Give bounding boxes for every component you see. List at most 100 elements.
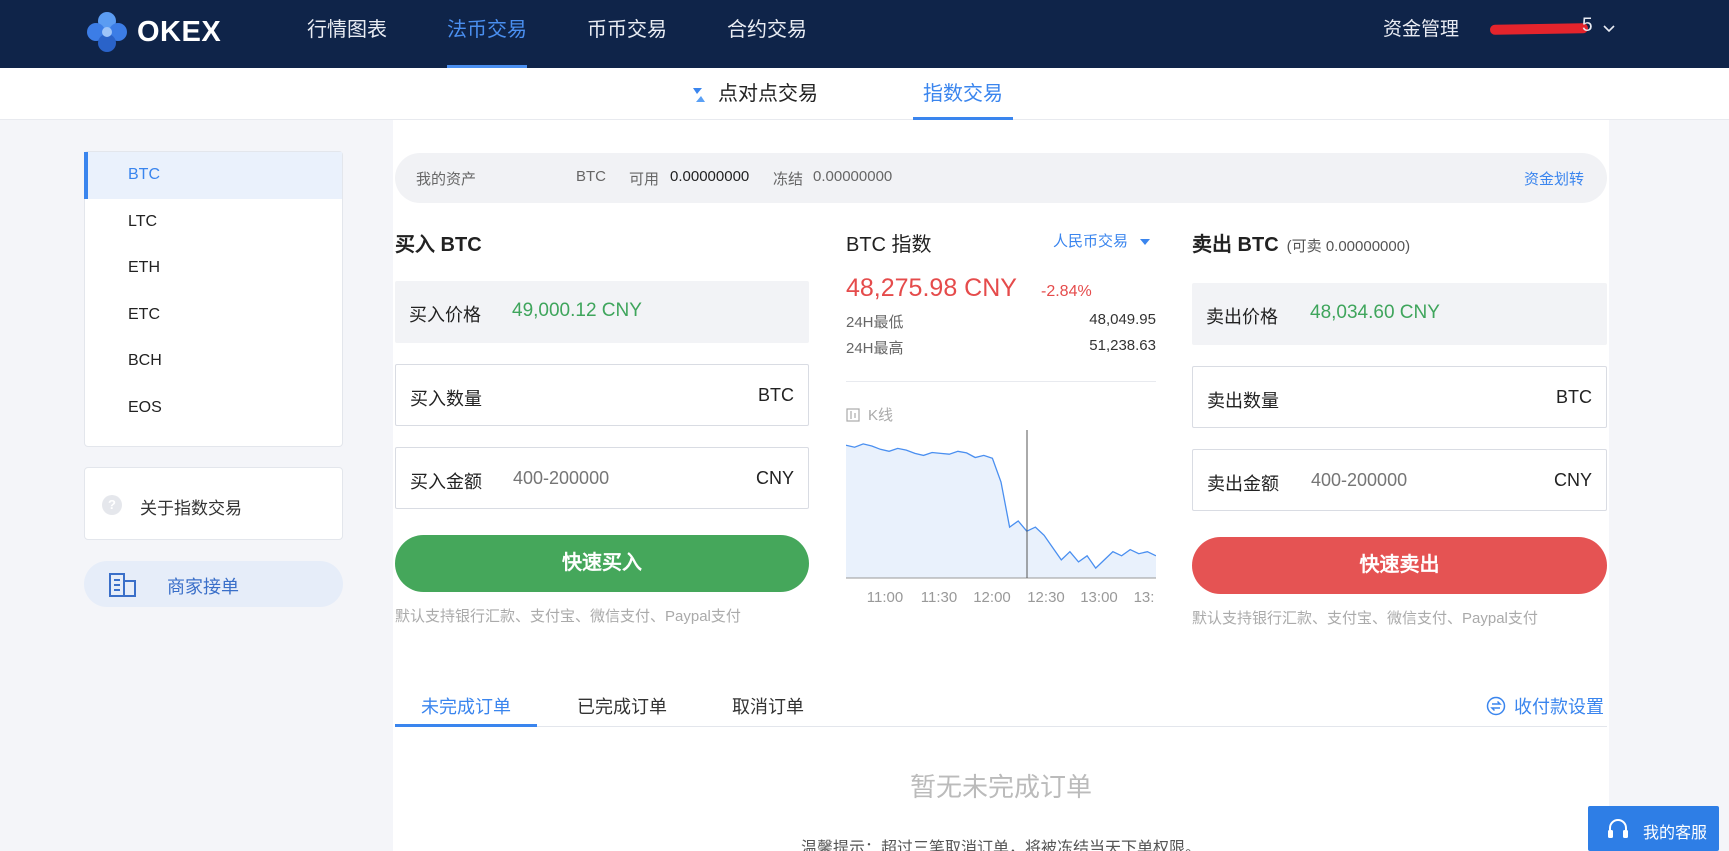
- low-24h-row: 24H最低 48,049.95: [846, 311, 1156, 332]
- nav-market-charts[interactable]: 行情图表: [307, 0, 387, 68]
- currency-dropdown-label: 人民币交易: [1053, 233, 1129, 250]
- active-tab-indicator: [395, 724, 537, 727]
- sell-title-row: 卖出 BTC (可卖 0.00000000): [1192, 228, 1410, 257]
- top-navbar: OKEX 行情图表 法币交易 币币交易 合约交易 资金管理 5: [0, 0, 1729, 68]
- sell-amount-input[interactable]: [1311, 470, 1511, 491]
- quick-sell-button[interactable]: 快速卖出: [1192, 537, 1607, 594]
- divider: [846, 381, 1156, 382]
- assets-label: 我的资产: [416, 171, 477, 188]
- p2p-icon: [693, 88, 705, 102]
- buy-payment-note: 默认支持银行汇款、支付宝、微信支付、Paypal支付: [395, 608, 741, 625]
- sell-amount-field[interactable]: 卖出金额 CNY: [1192, 449, 1607, 511]
- chart-x-tick: 13:00: [1080, 589, 1118, 606]
- high-24h-row: 24H最高 51,238.63: [846, 337, 1156, 358]
- fund-transfer-link[interactable]: 资金划转: [1524, 168, 1584, 189]
- kline-toggle[interactable]: K线: [846, 404, 893, 425]
- tab-index-trading[interactable]: 指数交易: [913, 68, 1013, 120]
- username-tail: 5: [1582, 15, 1593, 36]
- merchant-orders-button[interactable]: 商家接单: [84, 561, 343, 607]
- buy-amount-field[interactable]: 买入金额 CNY: [395, 447, 809, 509]
- payment-settings-link[interactable]: 收付款设置: [1486, 693, 1604, 719]
- okex-logo[interactable]: OKEX: [83, 8, 221, 56]
- index-title: BTC 指数: [846, 234, 932, 256]
- asset-bar: 我的资产 BTC 可用 0.00000000 冻结 0.00000000 资金划…: [395, 153, 1607, 203]
- fund-management-link[interactable]: 资金管理: [1383, 0, 1459, 60]
- frozen-value: 0.00000000: [813, 168, 893, 185]
- coin-item-ltc[interactable]: LTC: [85, 199, 342, 246]
- chart-x-tick: 12:30: [1027, 589, 1065, 606]
- nav-futures-trading[interactable]: 合约交易: [727, 0, 807, 68]
- index-price: 48,275.98 CNY: [846, 274, 1017, 302]
- low-24h-value: 48,049.95: [1089, 311, 1156, 328]
- high-24h-label: 24H最高: [846, 340, 904, 357]
- currency-dropdown[interactable]: 人民币交易: [1053, 230, 1151, 251]
- question-icon: ?: [102, 495, 122, 515]
- coin-item-btc[interactable]: BTC: [84, 152, 342, 199]
- frozen-label: 冻结: [773, 171, 804, 188]
- buy-amount-label: 买入金额: [410, 472, 482, 492]
- chart-x-tick: 12:00: [973, 589, 1011, 606]
- index-change: -2.84%: [1041, 283, 1092, 300]
- buy-price-box: 买入价格 49,000.12 CNY: [395, 281, 809, 343]
- sell-price-value: 48,034.60 CNY: [1310, 302, 1440, 323]
- buy-quantity-label: 买入数量: [410, 389, 482, 409]
- no-open-orders-text: 暂无未完成订单: [909, 772, 1092, 802]
- coin-item-etc[interactable]: ETC: [85, 292, 342, 339]
- sell-price-box: 卖出价格 48,034.60 CNY: [1192, 283, 1607, 345]
- exchange-circle-icon: [1486, 696, 1506, 716]
- low-24h-label: 24H最低: [846, 314, 904, 331]
- warm-tip: 温馨提示：超过三笔取消订单，将被冻结当天下单权限。: [800, 840, 1201, 851]
- headset-icon: [1608, 819, 1628, 838]
- brand-name: OKEX: [137, 15, 222, 48]
- chart-x-tick: 13:: [1134, 589, 1155, 606]
- sell-quantity-field[interactable]: 卖出数量 BTC: [1192, 366, 1607, 428]
- coin-item-eth[interactable]: ETH: [85, 245, 342, 292]
- nav-coin-trading[interactable]: 币币交易: [587, 0, 667, 68]
- buy-quantity-unit: BTC: [758, 385, 794, 405]
- about-index-trading[interactable]: ? 关于指数交易: [84, 467, 343, 540]
- buy-price-value: 49,000.12 CNY: [512, 300, 642, 321]
- nav-fiat-trading[interactable]: 法币交易: [447, 0, 527, 68]
- sub-navbar: 点对点交易 指数交易: [0, 68, 1729, 120]
- buy-title: 买入 BTC: [395, 234, 482, 256]
- okex-logo-icon: [87, 12, 127, 52]
- buy-quantity-field[interactable]: 买入数量 BTC: [395, 364, 809, 426]
- quick-buy-button[interactable]: 快速买入: [395, 535, 809, 592]
- tab-p2p-trading[interactable]: 点对点交易: [718, 68, 818, 120]
- sell-amount-unit: CNY: [1553, 470, 1592, 490]
- sell-quantity-label: 卖出数量: [1207, 391, 1279, 411]
- available-value: 0.00000000: [670, 168, 750, 185]
- tab-cancelled-orders[interactable]: 取消订单: [732, 693, 804, 719]
- chevron-down-icon: [1603, 25, 1615, 33]
- buy-price-label: 买入价格: [409, 305, 481, 325]
- chart-x-tick: 11:00: [867, 589, 903, 606]
- caret-down-icon: [1140, 239, 1151, 245]
- chart-x-tick: 11:30: [921, 589, 957, 606]
- customer-service-button[interactable]: 我的客服: [1588, 806, 1719, 851]
- tab-completed-orders[interactable]: 已完成订单: [577, 693, 667, 719]
- available-label: 可用: [629, 171, 660, 188]
- index-price-chart[interactable]: 11:00 11:30 12:00 12:30 13:00 13:: [846, 430, 1156, 610]
- user-menu[interactable]: 5: [1489, 15, 1615, 42]
- sell-amount-label: 卖出金额: [1207, 474, 1279, 494]
- high-24h-value: 51,238.63: [1089, 337, 1156, 354]
- chart-area: [846, 443, 1156, 578]
- customer-service-label: 我的客服: [1643, 825, 1708, 842]
- about-label: 关于指数交易: [140, 499, 242, 518]
- merchant-label: 商家接单: [167, 577, 239, 597]
- sell-available: (可卖 0.00000000): [1286, 238, 1411, 255]
- sell-payment-note: 默认支持银行汇款、支付宝、微信支付、Paypal支付: [1192, 610, 1538, 627]
- tab-open-orders[interactable]: 未完成订单: [421, 693, 511, 719]
- sell-quantity-unit: BTC: [1556, 387, 1592, 407]
- buy-amount-input[interactable]: [513, 468, 713, 489]
- sell-price-label: 卖出价格: [1206, 307, 1278, 327]
- building-icon: [109, 573, 136, 597]
- coin-item-bch[interactable]: BCH: [85, 338, 342, 385]
- coin-list: BTC LTC ETH ETC BCH EOS: [84, 151, 343, 447]
- assets-coin: BTC: [576, 168, 606, 185]
- sell-title: 卖出 BTC: [1192, 234, 1279, 256]
- kline-label-text: K线: [868, 407, 894, 424]
- coin-item-eos[interactable]: EOS: [85, 385, 342, 432]
- buy-amount-unit: CNY: [755, 468, 794, 488]
- order-tabs: 未完成订单 已完成订单 取消订单: [395, 686, 1607, 727]
